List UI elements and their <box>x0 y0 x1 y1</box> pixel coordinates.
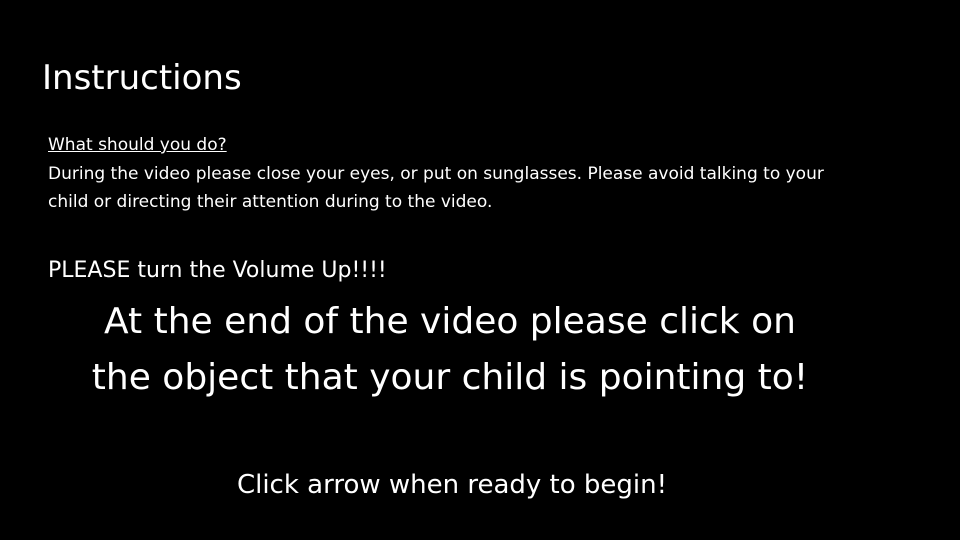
main-instruction-line-1: At the end of the video please click on <box>104 301 796 342</box>
instruction-body-text: During the video please close your eyes,… <box>48 164 824 212</box>
instruction-slide: Instructions What should you do? During … <box>0 0 960 540</box>
main-instruction: At the end of the video please click on … <box>20 294 880 406</box>
section-subheading: What should you do? <box>48 135 227 155</box>
page-title: Instructions <box>42 58 242 98</box>
begin-note: Click arrow when ready to begin! <box>236 470 668 500</box>
main-instruction-line-2: the object that your child is pointing t… <box>91 357 809 398</box>
volume-note: PLEASE turn the Volume Up!!!! <box>48 258 387 283</box>
